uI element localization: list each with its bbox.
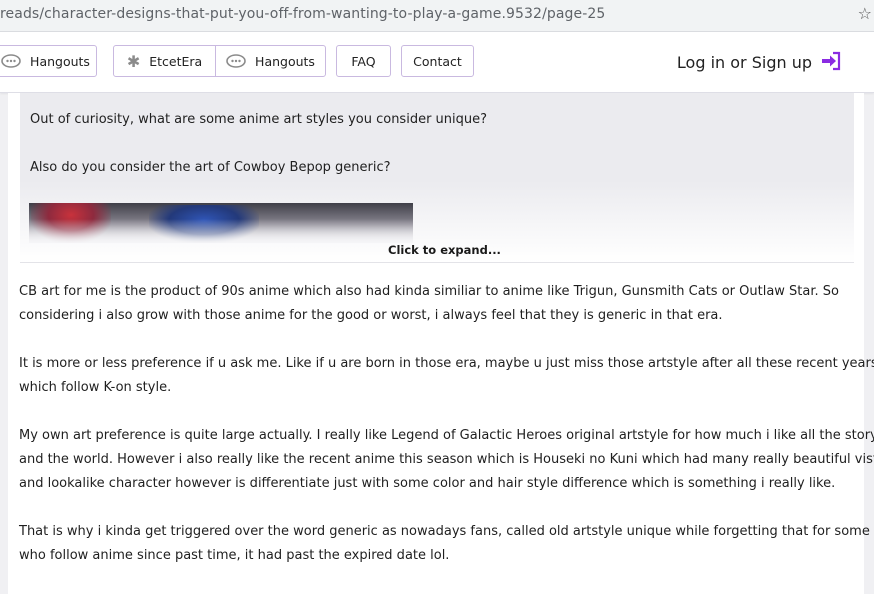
nav-contact-label: Contact	[413, 53, 462, 69]
nav-faq-label: FAQ	[351, 53, 376, 69]
post-line: and the world. However i also really lik…	[19, 452, 874, 467]
sign-in-icon[interactable]	[820, 50, 842, 72]
quoted-image	[29, 203, 413, 243]
post-paragraph-4: That is why i kinda get triggered over t…	[19, 520, 874, 568]
asterisk-icon: ✱	[126, 51, 141, 71]
click-to-expand-link[interactable]: Click to expand...	[388, 243, 501, 257]
quote-block: Out of curiosity, what are some anime ar…	[20, 93, 854, 262]
post-line: considering i also grow with those anime…	[19, 308, 723, 323]
post-line: It is more or less preference if u ask m…	[19, 356, 874, 371]
login-signup-link[interactable]: Log in or Sign up	[677, 53, 812, 72]
post-line: My own art preference is quite large act…	[19, 428, 874, 443]
quote-line-2: Also do you consider the art of Cowboy B…	[30, 160, 391, 175]
post-paragraph-1: CB art for me is the product of 90s anim…	[19, 280, 859, 328]
post-paragraph-2: It is more or less preference if u ask m…	[19, 352, 874, 400]
nav-contact-button[interactable]: Contact	[401, 45, 474, 77]
nav-hangouts-button[interactable]: Hangouts	[0, 45, 97, 77]
post-paragraph-3: My own art preference is quite large act…	[19, 424, 874, 496]
post-line: who follow anime since past time, it had…	[19, 548, 450, 563]
bookmark-star-icon[interactable]: ☆	[858, 4, 872, 23]
nav-hangouts-label-2: Hangouts	[255, 53, 315, 69]
nav-etcetera-button[interactable]: ✱ EtcetEra	[114, 46, 215, 76]
browser-address-bar[interactable]: reads/character-designs-that-put-you-off…	[0, 0, 874, 32]
url-text[interactable]: reads/character-designs-that-put-you-off…	[0, 6, 605, 22]
speech-bubble-icon	[1, 54, 21, 68]
site-nav: Hangouts ✱ EtcetEra Hangouts FAQ Contact…	[0, 32, 874, 93]
quote-line-1: Out of curiosity, what are some anime ar…	[30, 112, 488, 127]
post-line: which follow K-on style.	[19, 380, 172, 395]
quote-divider	[20, 262, 854, 263]
nav-hangouts-label: Hangouts	[30, 53, 90, 69]
post-line: and lookalike character however is diffe…	[19, 476, 836, 491]
nav-hangouts-button-2[interactable]: Hangouts	[216, 46, 325, 76]
post-line: CB art for me is the product of 90s anim…	[19, 284, 839, 299]
post-line: That is why i kinda get triggered over t…	[19, 524, 874, 539]
nav-forum-group: ✱ EtcetEra Hangouts	[113, 45, 326, 77]
nav-etcetera-label: EtcetEra	[149, 53, 203, 69]
speech-bubble-icon	[226, 54, 246, 68]
nav-faq-button[interactable]: FAQ	[336, 45, 391, 77]
